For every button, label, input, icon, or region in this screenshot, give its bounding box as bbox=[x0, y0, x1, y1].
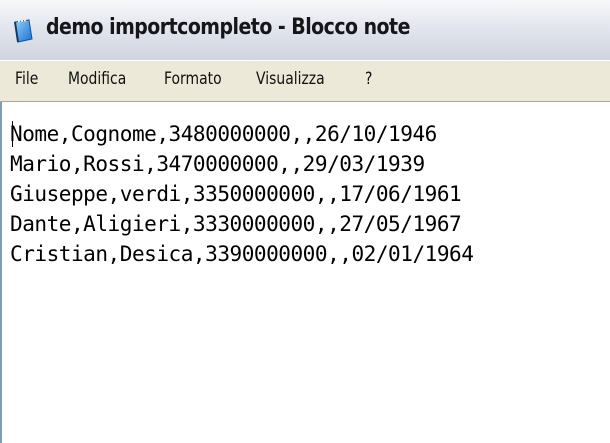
window-title: demo importcompleto - Blocco note bbox=[46, 15, 410, 40]
text-content: Nome,Cognome,3480000000,,26/10/1946 Mari… bbox=[10, 120, 483, 270]
menu-bar: File Modifica Formato Visualizza ? bbox=[0, 60, 610, 102]
menu-file[interactable]: File bbox=[15, 69, 38, 89]
text-editor-area[interactable]: Nome,Cognome,3480000000,,26/10/1946 Mari… bbox=[0, 102, 610, 443]
title-bar[interactable]: demo importcompleto - Blocco note bbox=[0, 0, 610, 60]
text-line: Cristian,Desica,3390000000,,02/01/1964 bbox=[10, 242, 474, 267]
menu-formato[interactable]: Formato bbox=[164, 69, 222, 89]
notepad-icon bbox=[10, 18, 36, 44]
text-line: Giuseppe,verdi,3350000000,,17/06/1961 bbox=[10, 182, 462, 207]
menu-help[interactable]: ? bbox=[365, 69, 372, 89]
text-line: Mario,Rossi,3470000000,,29/03/1939 bbox=[10, 152, 425, 177]
text-line: Nome,Cognome,3480000000,,26/10/1946 bbox=[10, 122, 437, 147]
notepad-window: demo importcompleto - Blocco note File M… bbox=[0, 0, 610, 443]
menu-visualizza[interactable]: Visualizza bbox=[256, 69, 325, 89]
text-line: Dante,Aligieri,3330000000,,27/05/1967 bbox=[10, 212, 462, 237]
menu-modifica[interactable]: Modifica bbox=[68, 69, 126, 89]
